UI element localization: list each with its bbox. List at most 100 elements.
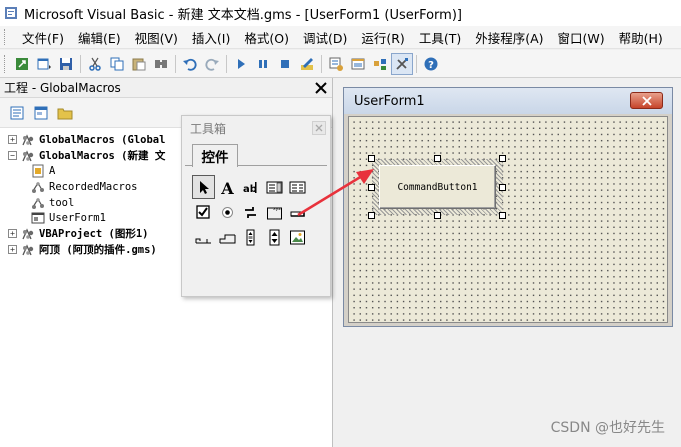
copy-icon[interactable] xyxy=(106,53,128,75)
toolbox-close-button[interactable] xyxy=(312,121,326,135)
title-bar: Microsoft Visual Basic - 新建 文本文档.gms - [… xyxy=(0,0,681,26)
collapse-icon[interactable]: − xyxy=(8,151,17,161)
image-icon[interactable] xyxy=(286,225,309,249)
menu-insert[interactable]: 插入(I) xyxy=(185,28,237,47)
watermark: CSDN @也好先生 xyxy=(550,420,665,436)
vba-app-icon xyxy=(4,6,18,20)
textbox-icon[interactable]: ab xyxy=(239,175,262,199)
commandbutton-icon[interactable] xyxy=(286,200,309,224)
project-icon xyxy=(20,243,36,257)
close-icon xyxy=(315,124,323,132)
tree-item-label: A xyxy=(49,165,56,178)
tree-item-label: UserForm1 xyxy=(49,212,106,225)
menu-view[interactable]: 视图(V) xyxy=(128,28,185,47)
expand-icon[interactable]: + xyxy=(8,229,17,239)
resize-handle-e[interactable] xyxy=(499,184,506,191)
project-explorer-header: 工程 - GlobalMacros xyxy=(0,78,332,98)
pointer-icon[interactable] xyxy=(192,175,215,199)
tree-item-label: 阿顶 (阿顶的插件.gms) xyxy=(39,244,157,257)
expand-icon[interactable]: + xyxy=(8,245,17,255)
toolbox-titlebar[interactable]: 工具箱 xyxy=(182,116,330,140)
menu-help[interactable]: 帮助(H) xyxy=(612,28,670,47)
tree-item-label: GlobalMacros (Global xyxy=(39,133,166,146)
resize-handle-s[interactable] xyxy=(434,212,441,219)
menu-tools[interactable]: 工具(T) xyxy=(412,28,468,47)
menu-bar: 文件(F) 编辑(E) 视图(V) 插入(I) 格式(O) 调试(D) 运行(R… xyxy=(0,26,681,49)
view-object-icon[interactable] xyxy=(30,102,52,124)
menu-run[interactable]: 运行(R) xyxy=(354,28,411,47)
resize-handle-ne[interactable] xyxy=(499,155,506,162)
listbox-icon[interactable] xyxy=(286,175,309,199)
toolbar-separator xyxy=(80,54,81,73)
insert-userform-icon[interactable] xyxy=(33,53,55,75)
module-icon xyxy=(30,180,46,194)
tree-item-label: tool xyxy=(49,196,75,209)
object-browser-icon[interactable] xyxy=(369,53,391,75)
save-icon[interactable] xyxy=(55,53,77,75)
tabstrip-icon[interactable] xyxy=(192,225,215,249)
checkbox-icon[interactable] xyxy=(192,200,215,224)
find-icon[interactable] xyxy=(150,53,172,75)
svg-text:?: ? xyxy=(428,60,434,71)
multipage-icon[interactable] xyxy=(216,225,239,249)
menu-file[interactable]: 文件(F) xyxy=(15,28,71,47)
run-icon[interactable] xyxy=(230,53,252,75)
menu-window[interactable]: 窗口(W) xyxy=(551,28,612,47)
redo-icon[interactable] xyxy=(201,53,223,75)
expand-icon[interactable]: + xyxy=(8,135,17,145)
svg-text:A: A xyxy=(220,179,234,196)
userform-client-area[interactable]: CommandButton1 xyxy=(348,116,668,323)
paste-icon[interactable] xyxy=(128,53,150,75)
view-code-icon[interactable] xyxy=(6,102,28,124)
menubar-grip[interactable] xyxy=(4,29,7,45)
view-host-app-icon[interactable] xyxy=(11,53,33,75)
design-mode-icon[interactable] xyxy=(296,53,318,75)
frame-icon[interactable]: xyz xyxy=(263,200,286,224)
label-icon[interactable]: A xyxy=(216,175,239,199)
properties-window-icon[interactable] xyxy=(347,53,369,75)
svg-text:xyz: xyz xyxy=(273,207,281,212)
toolbox-icon[interactable] xyxy=(391,52,413,75)
menu-addins[interactable]: 外接程序(A) xyxy=(468,28,550,47)
toolbar-grip[interactable] xyxy=(4,54,7,73)
resize-handle-nw[interactable] xyxy=(368,155,375,162)
tree-item-label: GlobalMacros (新建 文 xyxy=(39,150,166,163)
resize-handle-n[interactable] xyxy=(434,155,441,162)
userform-close-button[interactable] xyxy=(630,92,663,109)
undo-icon[interactable] xyxy=(179,53,201,75)
tab-controls[interactable]: 控件 xyxy=(192,144,238,167)
close-icon xyxy=(315,82,327,94)
project-explorer-close-button[interactable] xyxy=(312,79,330,97)
tree-item-label: VBAProject (图形1) xyxy=(39,228,149,241)
spinbutton-icon[interactable] xyxy=(263,225,286,249)
toolbar-separator xyxy=(226,54,227,73)
togglebutton-icon[interactable] xyxy=(239,200,262,224)
optionbutton-icon[interactable] xyxy=(216,200,239,224)
reset-icon[interactable] xyxy=(274,53,296,75)
cut-icon[interactable] xyxy=(84,53,106,75)
scrollbar-icon[interactable] xyxy=(239,225,262,249)
resize-handle-w[interactable] xyxy=(368,184,375,191)
control-selection-frame[interactable]: CommandButton1 xyxy=(372,159,503,215)
combobox-icon[interactable] xyxy=(263,175,286,199)
userform-titlebar[interactable]: UserForm1 xyxy=(344,88,672,114)
tree-item-label: RecordedMacros xyxy=(49,180,138,193)
resize-handle-se[interactable] xyxy=(499,212,506,219)
toolbox-title: 工具箱 xyxy=(190,121,227,136)
break-icon[interactable] xyxy=(252,53,274,75)
project-explorer-icon[interactable] xyxy=(325,53,347,75)
menu-edit[interactable]: 编辑(E) xyxy=(71,28,128,47)
toolbar-separator xyxy=(175,54,176,73)
menu-debug[interactable]: 调试(D) xyxy=(296,28,354,47)
command-button[interactable]: CommandButton1 xyxy=(379,165,496,209)
userform-designer-window: UserForm1 CommandButton1 xyxy=(343,87,673,327)
help-icon[interactable]: ? xyxy=(420,53,442,75)
resize-handle-sw[interactable] xyxy=(368,212,375,219)
toolbar-separator xyxy=(416,54,417,73)
toggle-folders-icon[interactable] xyxy=(54,102,76,124)
project-icon xyxy=(20,133,36,147)
standard-toolbar: ? xyxy=(0,50,681,78)
menu-format[interactable]: 格式(O) xyxy=(237,28,296,47)
toolbox-window: 工具箱 控件 Aab xyz xyxy=(181,115,331,297)
project-icon xyxy=(20,149,36,163)
